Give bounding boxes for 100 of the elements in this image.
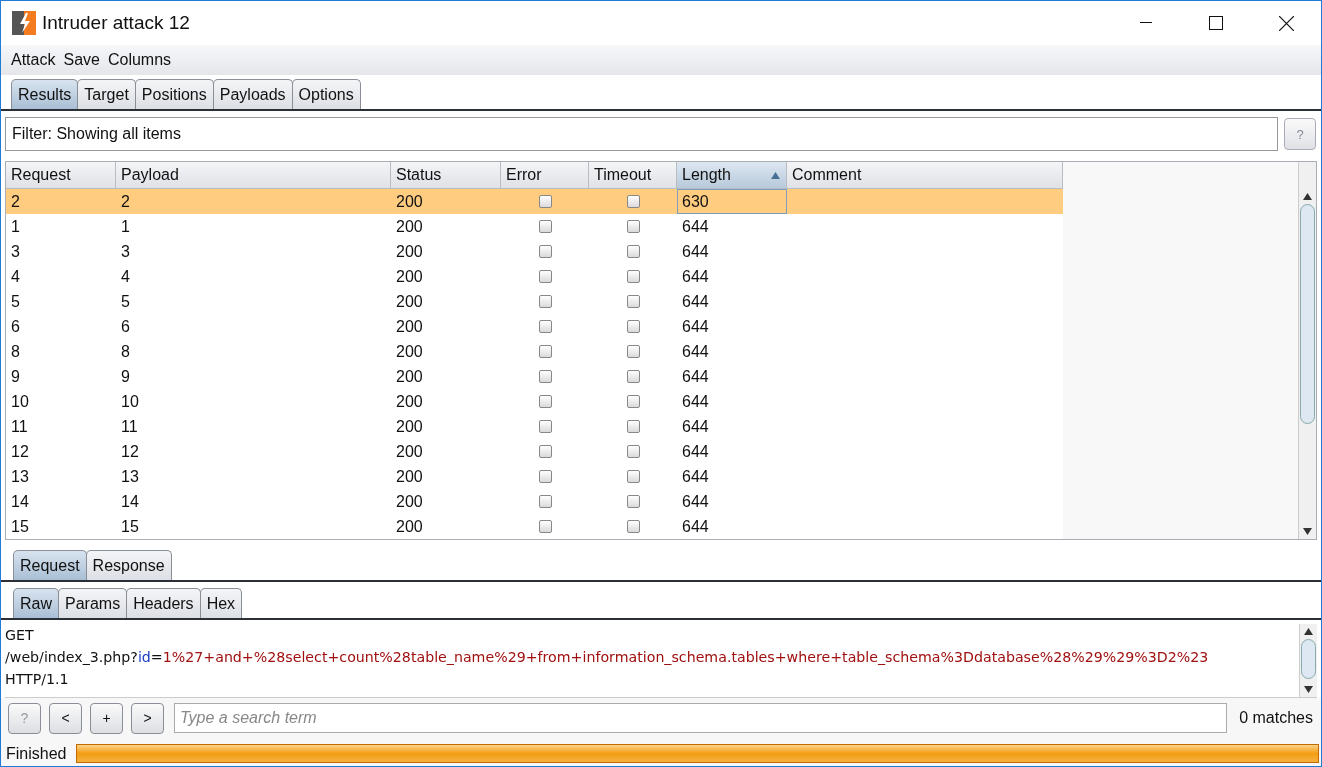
- checkbox[interactable]: [626, 445, 640, 458]
- match-count: 0 matches: [1238, 709, 1313, 727]
- checkbox[interactable]: [538, 420, 552, 433]
- filter-bar[interactable]: Filter: Showing all items: [5, 117, 1278, 151]
- sort-up-icon: [771, 172, 780, 179]
- tab[interactable]: Params: [58, 588, 128, 618]
- table-cell-text: 644: [681, 241, 710, 262]
- tab[interactable]: Hex: [199, 588, 243, 618]
- checkbox[interactable]: [538, 245, 552, 258]
- tab[interactable]: Target: [77, 79, 136, 109]
- checkbox[interactable]: [538, 495, 552, 508]
- table-cell-text: 200: [395, 491, 424, 512]
- table-cell-text: 6: [120, 316, 131, 337]
- table-cell-text: 5: [10, 291, 21, 312]
- checkbox[interactable]: [538, 195, 552, 208]
- table-cell-text: 644: [681, 341, 710, 362]
- table-cell-text: 2: [10, 191, 21, 212]
- table-cell-text: 1: [10, 216, 21, 237]
- checkbox[interactable]: [538, 270, 552, 283]
- code-line: GET: [5, 626, 34, 645]
- checkbox[interactable]: [538, 345, 552, 358]
- column-header[interactable]: Timeout: [589, 162, 677, 189]
- checkbox[interactable]: [626, 420, 640, 433]
- checkbox[interactable]: [538, 445, 552, 458]
- tab[interactable]: Options: [291, 79, 361, 109]
- menu-item[interactable]: Columns: [107, 51, 172, 69]
- table-cell-text: 644: [681, 466, 710, 487]
- checkbox[interactable]: [626, 195, 640, 208]
- checkbox[interactable]: [538, 220, 552, 233]
- column-header[interactable]: Error: [501, 162, 589, 189]
- checkbox[interactable]: [626, 520, 640, 533]
- search-button[interactable]: +: [90, 702, 123, 734]
- column-header[interactable]: Length: [677, 162, 787, 189]
- table-cell-text: 10: [120, 391, 140, 412]
- status-text: Finished: [6, 744, 67, 763]
- table-cell-text: 12: [10, 441, 30, 462]
- table-cell-text: 13: [120, 466, 140, 487]
- search-button[interactable]: >: [131, 702, 164, 734]
- app-logo-icon: [12, 11, 36, 35]
- search-button[interactable]: <: [49, 702, 82, 734]
- search-field[interactable]: Type a search term: [174, 703, 1228, 733]
- table-cell-text: 644: [681, 266, 710, 287]
- checkbox[interactable]: [626, 395, 640, 408]
- table-cell-text: 644: [681, 391, 710, 412]
- column-header[interactable]: Payload: [116, 162, 391, 189]
- checkbox[interactable]: [538, 395, 552, 408]
- column-header[interactable]: Comment: [787, 162, 1063, 189]
- checkbox[interactable]: [626, 295, 640, 308]
- checkbox[interactable]: [626, 370, 640, 383]
- tab[interactable]: Headers: [126, 588, 201, 618]
- table-cell-text: 6: [10, 316, 21, 337]
- table-cell-text: 10: [10, 391, 30, 412]
- checkbox[interactable]: [626, 245, 640, 258]
- table-cell-text: 11: [120, 416, 139, 437]
- table-cell-text: 11: [10, 416, 29, 437]
- table-cell-text: 200: [395, 291, 424, 312]
- tab[interactable]: Response: [85, 550, 172, 580]
- menu-item[interactable]: Save: [63, 51, 100, 69]
- column-header[interactable]: Status: [391, 162, 501, 189]
- column-header[interactable]: Request: [6, 162, 116, 189]
- table-cell-text: 8: [10, 341, 21, 362]
- table-cell-text: 644: [681, 216, 710, 237]
- table-cell-text: 13: [10, 466, 30, 487]
- checkbox[interactable]: [538, 470, 552, 483]
- table-cell-text: 15: [120, 516, 140, 537]
- checkbox[interactable]: [538, 295, 552, 308]
- table-cell-text: 4: [10, 266, 21, 287]
- checkbox[interactable]: [626, 345, 640, 358]
- table-cell-text: 644: [681, 316, 710, 337]
- scrollbar-thumb[interactable]: [1299, 204, 1316, 424]
- table-cell-text: 3: [10, 241, 21, 262]
- checkbox[interactable]: [626, 320, 640, 333]
- checkbox[interactable]: [538, 370, 552, 383]
- tab[interactable]: Results: [11, 79, 79, 109]
- checkbox[interactable]: [626, 495, 640, 508]
- tab[interactable]: Positions: [134, 79, 214, 109]
- checkbox[interactable]: [538, 320, 552, 333]
- checkbox[interactable]: [626, 220, 640, 233]
- table-cell-text: 15: [10, 516, 30, 537]
- scrollbar-thumb[interactable]: [1300, 639, 1317, 679]
- checkbox[interactable]: [538, 520, 552, 533]
- table-cell-text: 200: [395, 391, 424, 412]
- tab[interactable]: Raw: [13, 588, 59, 618]
- table-cell-text: 200: [395, 366, 424, 387]
- window-title: Intruder attack 12: [42, 12, 190, 34]
- table-cell-text: 8: [120, 341, 131, 362]
- tab[interactable]: Request: [13, 550, 87, 580]
- table-cell-text: 200: [395, 416, 424, 437]
- table-cell-text: 200: [395, 191, 424, 212]
- tab[interactable]: Payloads: [212, 79, 293, 109]
- table-cell-text: 5: [120, 291, 131, 312]
- table-cell-text: 644: [681, 291, 710, 312]
- table-cell-text: 644: [681, 491, 710, 512]
- table-cell-text: 200: [395, 316, 424, 337]
- table-cell-text: 4: [120, 266, 131, 287]
- table-cell-text: 200: [395, 216, 424, 237]
- menu-item[interactable]: Attack: [11, 51, 56, 69]
- checkbox[interactable]: [626, 270, 640, 283]
- checkbox[interactable]: [626, 470, 640, 483]
- table-cell-text: 1: [120, 216, 131, 237]
